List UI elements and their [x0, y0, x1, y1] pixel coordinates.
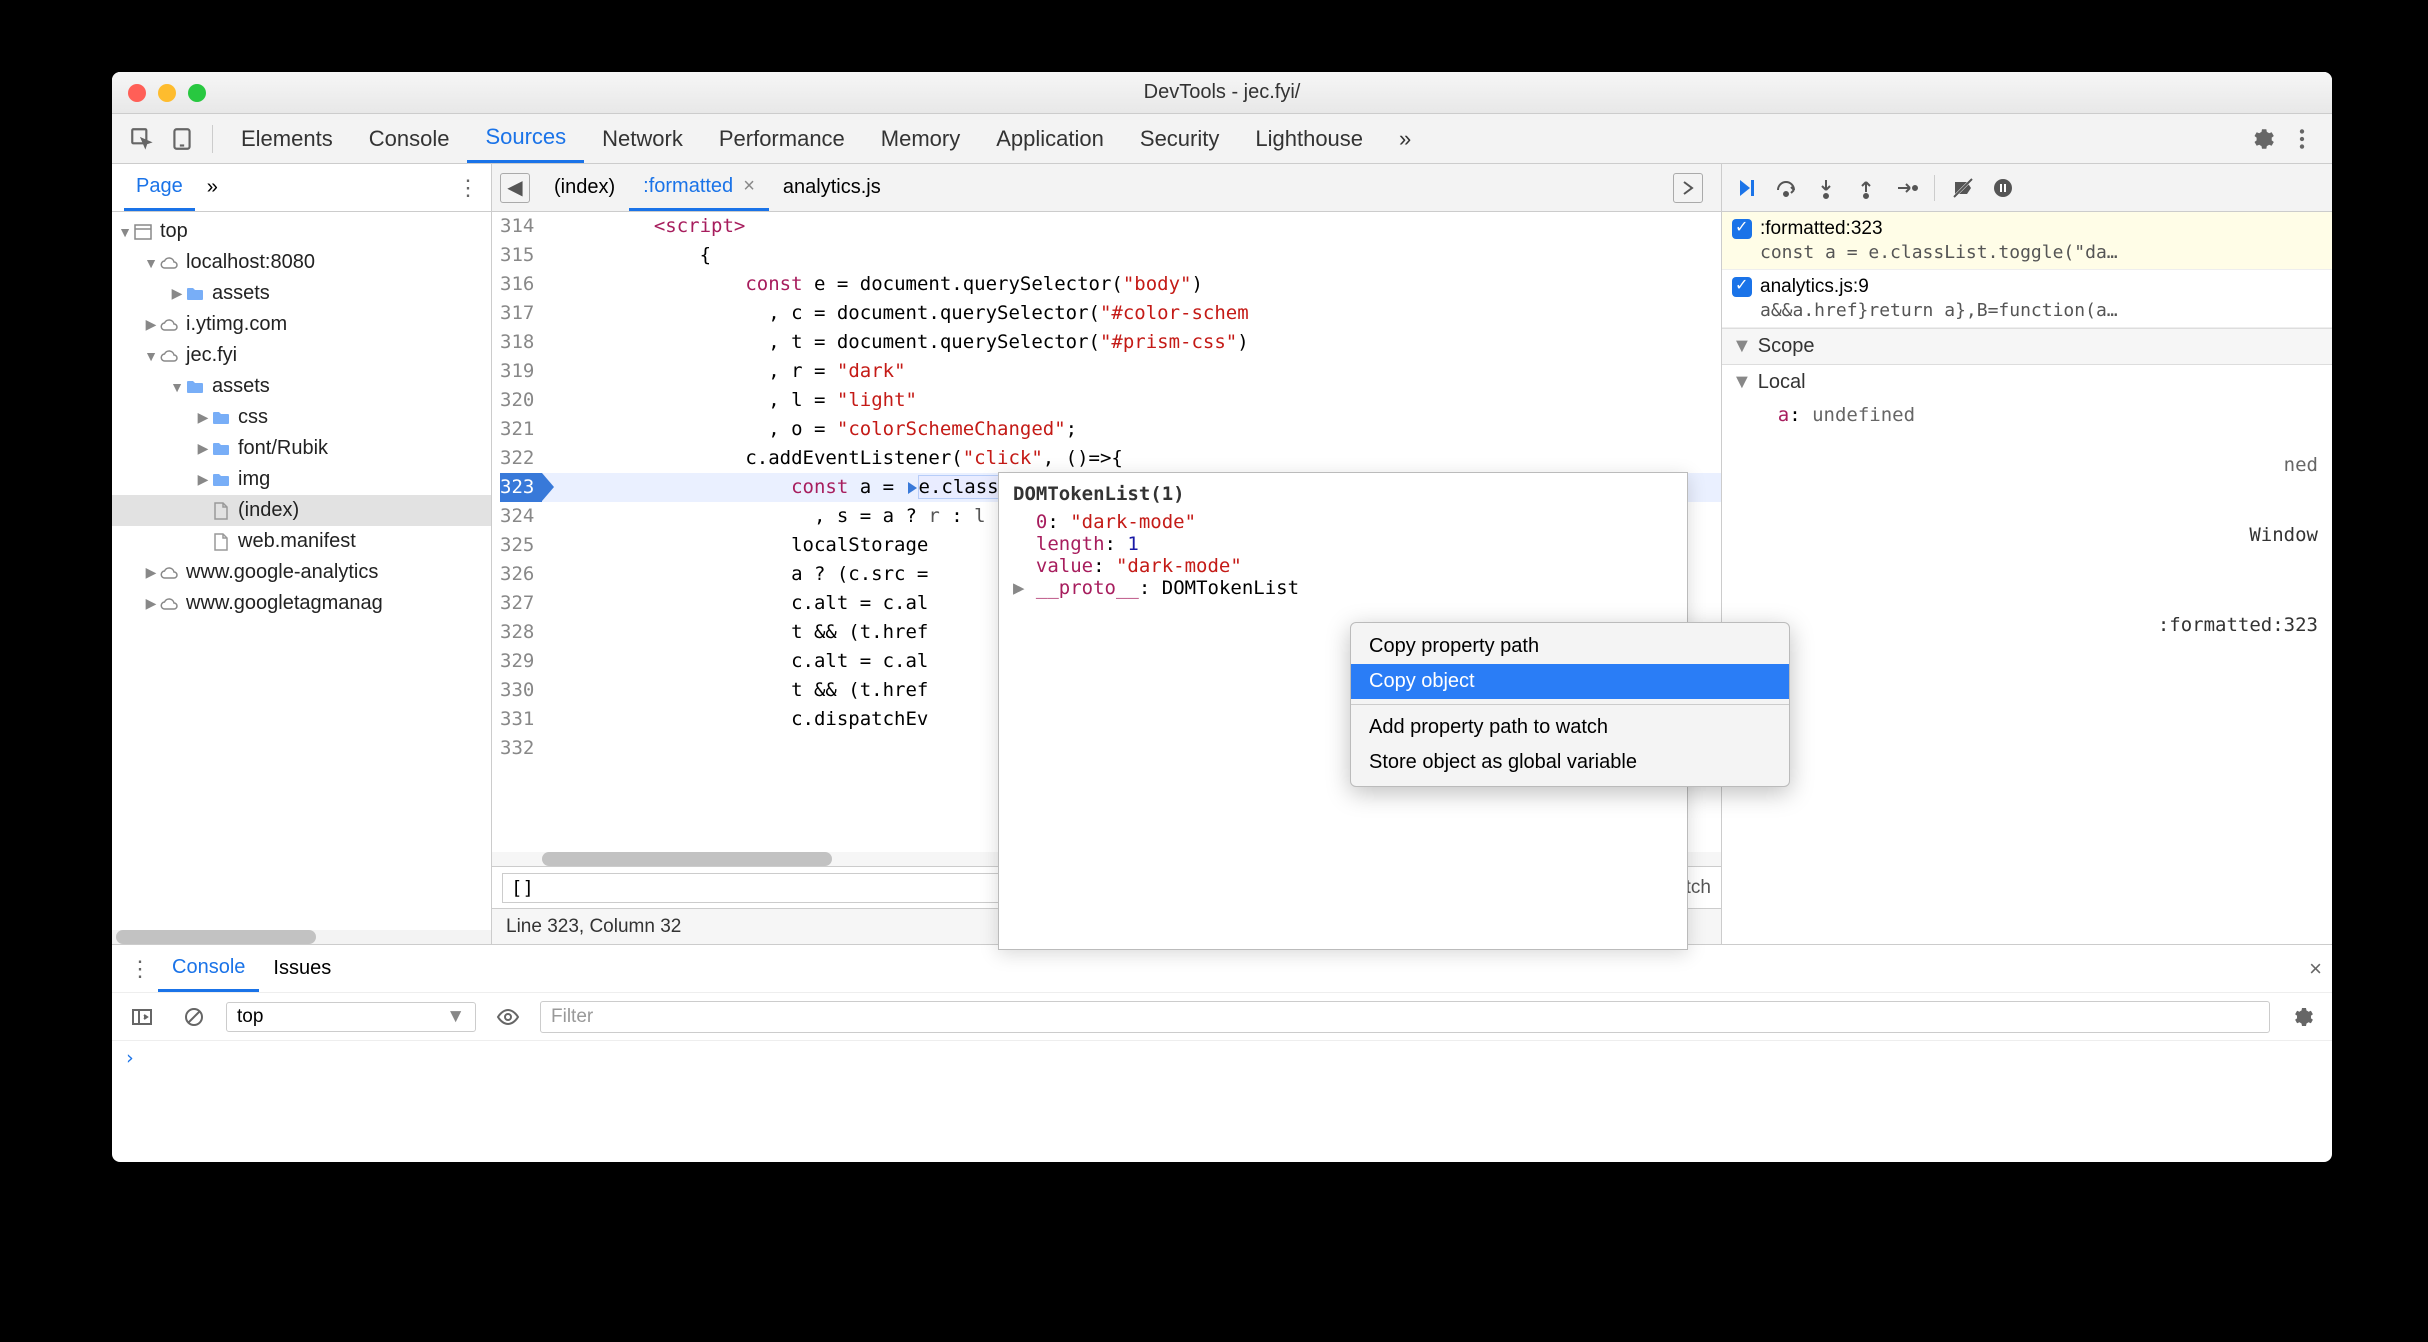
tab-elements[interactable]: Elements	[223, 114, 351, 163]
navigator-sidebar: Page » ⋮ ▼top▼localhost:8080▶assets▶i.yt…	[112, 164, 492, 944]
breakpoint-checkbox[interactable]	[1732, 219, 1752, 239]
clear-console-icon[interactable]	[176, 999, 212, 1035]
file-tree[interactable]: ▼top▼localhost:8080▶assets▶i.ytimg.com▼j…	[112, 212, 491, 930]
console-filter-input[interactable]: Filter	[540, 1001, 2270, 1033]
tab-memory[interactable]: Memory	[863, 114, 978, 163]
devtools-window: DevTools - jec.fyi/ Elements Console Sou…	[112, 72, 2332, 1162]
live-expression-eye-icon[interactable]	[490, 999, 526, 1035]
tooltip-prop[interactable]: value: "dark-mode"	[1013, 555, 1673, 577]
scope-truncated-text: ned	[1722, 450, 2332, 480]
scope-variable[interactable]: a: undefined	[1722, 400, 2332, 430]
console-drawer: ⋮ Console Issues × top▼ Filter ›	[112, 944, 2332, 1084]
main-tabs: Elements Console Sources Network Perform…	[223, 114, 2242, 163]
tree-item[interactable]: ▶www.google-analytics	[112, 557, 491, 588]
tooltip-prop[interactable]: length: 1	[1013, 533, 1673, 555]
breakpoint-item[interactable]: analytics.js:9 a&&a.href}return a},B=fun…	[1722, 270, 2332, 328]
device-toggle-icon[interactable]	[164, 121, 200, 157]
tooltip-prop[interactable]: 0: "dark-mode"	[1013, 511, 1673, 533]
tree-item[interactable]: ▼assets	[112, 371, 491, 402]
tab-security[interactable]: Security	[1122, 114, 1237, 163]
console-settings-gear-icon[interactable]	[2284, 999, 2320, 1035]
tooltip-header: DOMTokenList(1)	[1013, 483, 1673, 505]
tree-item[interactable]: ▼localhost:8080	[112, 247, 491, 278]
tooltip-proto[interactable]: ▶ __proto__: DOMTokenList	[1013, 577, 1673, 599]
drawer-close-icon[interactable]: ×	[2309, 956, 2322, 982]
tab-performance[interactable]: Performance	[701, 114, 863, 163]
navigator-kebab-icon[interactable]: ⋮	[457, 175, 479, 201]
callstack-location[interactable]: :formatted:323	[1722, 610, 2332, 640]
drawer-kebab-icon[interactable]: ⋮	[122, 956, 158, 982]
navigator-tabs: Page » ⋮	[112, 164, 491, 212]
tree-item[interactable]: ▶font/Rubik	[112, 433, 491, 464]
tree-item[interactable]: ▶img	[112, 464, 491, 495]
settings-gear-icon[interactable]	[2244, 121, 2280, 157]
drawer-tab-issues[interactable]: Issues	[259, 945, 345, 992]
breakpoint-code: a&&a.href}return a},B=function(a…	[1760, 300, 2322, 321]
context-menu-item[interactable]: Copy object	[1351, 664, 1789, 699]
tab-sources[interactable]: Sources	[467, 114, 584, 163]
context-selector[interactable]: top▼	[226, 1002, 476, 1032]
titlebar: DevTools - jec.fyi/	[112, 72, 2332, 114]
step-icon[interactable]	[1890, 172, 1922, 204]
nav-next-icon[interactable]	[1673, 173, 1703, 203]
drawer-controls: top▼ Filter	[112, 993, 2332, 1041]
drawer-tabs: ⋮ Console Issues ×	[112, 945, 2332, 993]
tree-item[interactable]: ▶assets	[112, 278, 491, 309]
nav-prev-icon[interactable]: ◀	[500, 173, 530, 203]
breakpoint-item[interactable]: :formatted:323 const a = e.classList.tog…	[1722, 212, 2332, 270]
resume-icon[interactable]	[1730, 172, 1762, 204]
tree-item[interactable]: (index)	[112, 495, 491, 526]
context-menu-item[interactable]: Add property path to watch	[1351, 710, 1789, 745]
editor-tab-formatted[interactable]: :formatted×	[629, 164, 769, 211]
window-title: DevTools - jec.fyi/	[112, 81, 2332, 104]
cursor-position: Line 323, Column 32	[506, 916, 681, 938]
line-gutter[interactable]: 3143153163173183193203213223233243253263…	[492, 212, 542, 852]
inspect-element-icon[interactable]	[124, 121, 160, 157]
scope-header[interactable]: ▼Scope	[1722, 328, 2332, 365]
tab-console[interactable]: Console	[351, 114, 468, 163]
console-sidebar-toggle-icon[interactable]	[124, 999, 160, 1035]
context-menu: Copy property pathCopy object Add propert…	[1350, 622, 1790, 787]
console-prompt[interactable]: ›	[112, 1041, 2332, 1075]
scope-global-window[interactable]: Window	[1722, 520, 2332, 550]
separator	[1934, 175, 1935, 201]
context-menu-item[interactable]: Store object as global variable	[1351, 745, 1789, 780]
breakpoint-checkbox[interactable]	[1732, 277, 1752, 297]
scope-local-header[interactable]: ▼Local	[1722, 365, 2332, 400]
tree-item[interactable]: ▶i.ytimg.com	[112, 309, 491, 340]
pause-on-exceptions-icon[interactable]	[1987, 172, 2019, 204]
drawer-tab-console[interactable]: Console	[158, 945, 259, 992]
close-tab-icon[interactable]: ×	[743, 175, 755, 198]
step-over-icon[interactable]	[1770, 172, 1802, 204]
tab-network[interactable]: Network	[584, 114, 701, 163]
deactivate-breakpoints-icon[interactable]	[1947, 172, 1979, 204]
editor-tabs: ◀ (index) :formatted× analytics.js	[492, 164, 1721, 212]
tree-item[interactable]: ▼jec.fyi	[112, 340, 491, 371]
tree-item[interactable]: web.manifest	[112, 526, 491, 557]
editor-tab-index[interactable]: (index)	[540, 164, 629, 211]
context-menu-item[interactable]: Copy property path	[1351, 629, 1789, 664]
tab-application[interactable]: Application	[978, 114, 1122, 163]
breakpoint-label: :formatted:323	[1760, 218, 1883, 240]
tree-item[interactable]: ▼top	[112, 216, 491, 247]
sidebar-scrollbar[interactable]	[112, 930, 491, 944]
debugger-toolbar	[1722, 164, 2332, 212]
step-into-icon[interactable]	[1810, 172, 1842, 204]
tree-item[interactable]: ▶css	[112, 402, 491, 433]
more-tabs-chevron-icon[interactable]: »	[1381, 114, 1429, 163]
tab-lighthouse[interactable]: Lighthouse	[1237, 114, 1381, 163]
kebab-menu-icon[interactable]	[2284, 121, 2320, 157]
step-out-icon[interactable]	[1850, 172, 1882, 204]
debugger-panel: :formatted:323 const a = e.classList.tog…	[1722, 164, 2332, 944]
separator	[212, 125, 213, 153]
main-toolbar: Elements Console Sources Network Perform…	[112, 114, 2332, 164]
breakpoint-code: const a = e.classList.toggle("da…	[1760, 242, 2322, 263]
menu-separator	[1351, 704, 1789, 705]
tree-item[interactable]: ▶www.googletagmanag	[112, 588, 491, 619]
breakpoint-label: analytics.js:9	[1760, 276, 1869, 298]
navigator-tab-page[interactable]: Page	[124, 164, 195, 211]
navigator-tab-more-chevron-icon[interactable]: »	[195, 164, 230, 211]
editor-tab-analytics[interactable]: analytics.js	[769, 164, 895, 211]
